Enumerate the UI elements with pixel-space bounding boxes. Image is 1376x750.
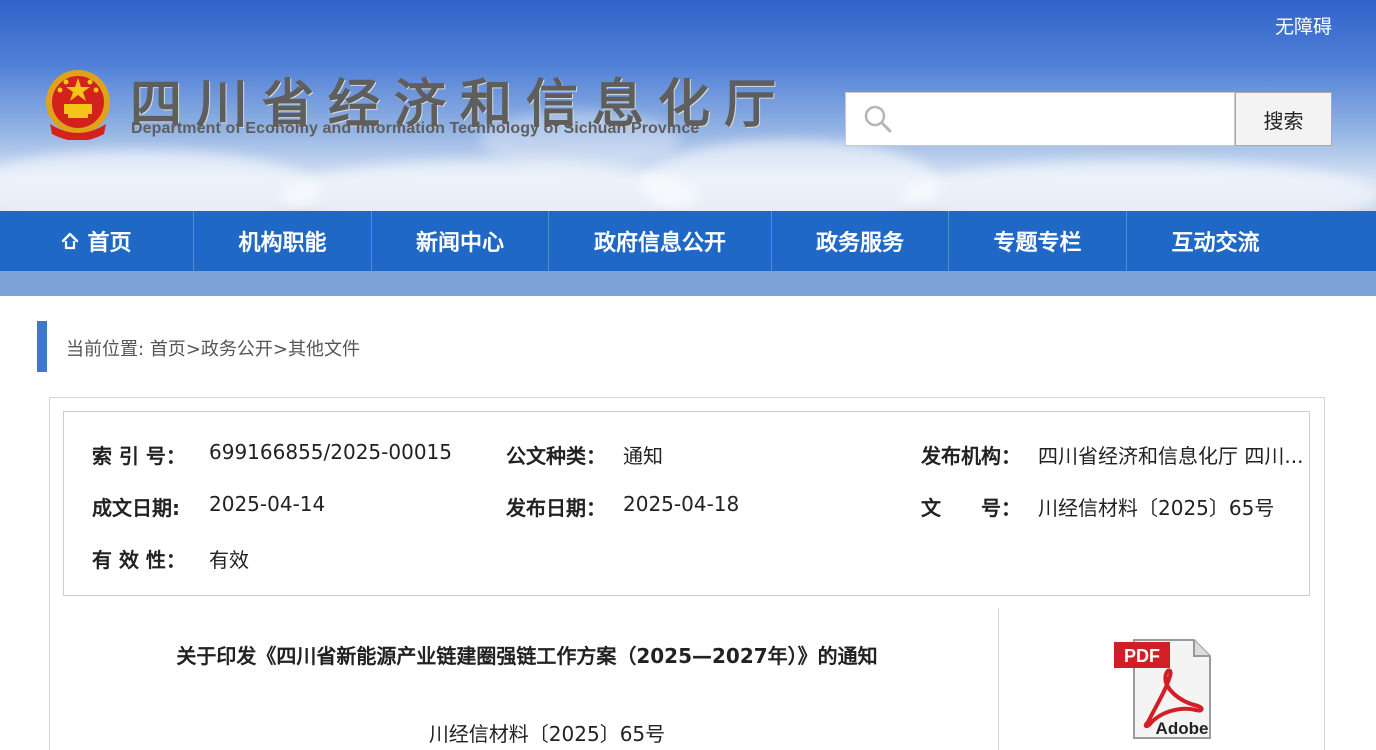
- national-emblem-logo: [46, 70, 110, 140]
- search-button[interactable]: 搜索: [1235, 92, 1332, 146]
- breadcrumb-prefix: 当前位置:: [66, 339, 145, 360]
- pdf-badge-text: PDF: [1124, 646, 1160, 666]
- doc-number-value: 川经信材料〔2025〕65号: [1038, 496, 1275, 520]
- nav-item-organization[interactable]: 机构职能: [194, 211, 372, 271]
- nav-item-home[interactable]: 首页: [0, 211, 194, 271]
- nav-strip: [0, 271, 1376, 296]
- nav-item-label: 政府信息公开: [593, 231, 726, 256]
- breadcrumb-item-home[interactable]: 首页: [150, 339, 186, 360]
- home-icon: [62, 232, 79, 250]
- written-date-label: 成文日期:: [92, 496, 180, 520]
- breadcrumb-item-gov-affairs[interactable]: 政务公开: [201, 339, 273, 360]
- document-number: 川经信材料〔2025〕65号: [428, 722, 666, 746]
- publish-date-label: 发布日期：: [506, 496, 606, 520]
- doc-type-label: 公文种类：: [506, 444, 606, 468]
- adobe-brand-text: Adobe: [1156, 719, 1209, 738]
- site-header: 无障碍 四川省经济和信息化厅 Department of Economy and…: [0, 0, 1376, 211]
- validity-label: 有 效 性：: [92, 548, 186, 572]
- nav-item-label: 首页: [87, 231, 132, 256]
- search-box: [845, 92, 1235, 146]
- pdf-file-icon[interactable]: PDF Adobe: [1110, 636, 1214, 742]
- breadcrumb-item-other-docs[interactable]: 其他文件: [288, 339, 360, 360]
- publisher-label: 发布机构：: [921, 444, 1021, 468]
- nav-item-gov-info[interactable]: 政府信息公开: [549, 211, 772, 271]
- cloud-decoration: [640, 140, 940, 211]
- main-content: 当前位置: 首页>政务公开>其他文件 索 引 号： 699166855/2025…: [0, 296, 1376, 750]
- breadcrumb-separator: >: [272, 339, 288, 360]
- search-icon: [864, 105, 892, 133]
- written-date-value: 2025-04-14: [209, 492, 326, 516]
- nav-item-label: 新闻中心: [415, 231, 504, 256]
- accessibility-link[interactable]: 无障碍: [1275, 12, 1332, 39]
- breadcrumb-separator: >: [185, 339, 201, 360]
- cloud-decoration: [280, 160, 700, 211]
- breadcrumb: 当前位置: 首页>政务公开>其他文件: [66, 335, 360, 361]
- main-nav: 首页 机构职能 新闻中心 政府信息公开 政务服务 专题专栏 互动交流: [0, 211, 1376, 271]
- nav-item-gov-services[interactable]: 政务服务: [772, 211, 949, 271]
- nav-item-topics[interactable]: 专题专栏: [949, 211, 1127, 271]
- document-metadata: 索 引 号： 699166855/2025-00015 公文种类： 通知 发布机…: [63, 411, 1310, 596]
- publisher-value: 四川省经济和信息化厅 四川...: [1038, 444, 1304, 468]
- doc-type-value: 通知: [623, 444, 663, 468]
- search-input[interactable]: [910, 101, 1220, 139]
- nav-item-label: 专题专栏: [993, 231, 1082, 256]
- cloud-decoration: [0, 150, 320, 211]
- index-value: 699166855/2025-00015: [209, 440, 452, 464]
- nav-item-label: 互动交流: [1171, 231, 1260, 256]
- nav-item-label: 政务服务: [815, 231, 904, 256]
- doc-number-label: 文 号：: [921, 496, 1021, 520]
- nav-item-label: 机构职能: [238, 231, 327, 256]
- site-subtitle: Department of Economy and Information Te…: [131, 120, 700, 137]
- document-title: 关于印发《四川省新能源产业链建圈强链工作方案（2025—2027年）》的通知: [176, 644, 878, 668]
- publish-date-value: 2025-04-18: [623, 492, 740, 516]
- index-label: 索 引 号：: [92, 444, 186, 468]
- nav-item-interaction[interactable]: 互动交流: [1127, 211, 1304, 271]
- validity-value: 有效: [209, 548, 249, 572]
- cloud-decoration: [900, 160, 1376, 211]
- breadcrumb-accent-bar: [37, 321, 47, 372]
- nav-item-news[interactable]: 新闻中心: [372, 211, 549, 271]
